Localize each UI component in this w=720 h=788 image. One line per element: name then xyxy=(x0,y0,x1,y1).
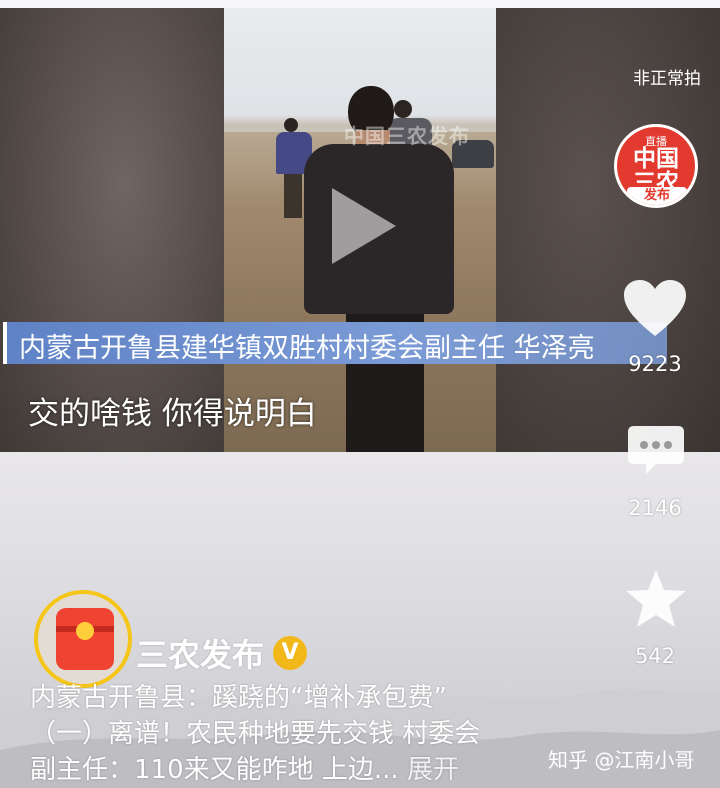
video-description[interactable]: 内蒙古开鲁县：蹊跷的“增补承包费” （一）离谱！农民种地要先交钱 村委会 副主任… xyxy=(30,680,570,788)
video-blur-left xyxy=(0,8,224,452)
logo-text: 发布 xyxy=(627,187,687,205)
top-strip xyxy=(0,0,720,8)
channel-logo-avatar[interactable]: 直播 中国 三农 发布 xyxy=(614,124,698,208)
video-subtitle: 交的啥钱 你得说明白 xyxy=(28,396,317,432)
comment-icon[interactable] xyxy=(626,424,686,476)
play-icon[interactable] xyxy=(332,188,396,264)
caption-bar: 内蒙古开鲁县建华镇双胜村村委会副主任 华泽亮 xyxy=(3,322,667,364)
expand-button[interactable]: 展开 xyxy=(407,755,459,785)
video-frame[interactable]: 中国三农发布 xyxy=(224,8,496,452)
caption-text: 内蒙古开鲁县建华镇双胜村村委会副主任 华泽亮 xyxy=(19,333,595,364)
top-right-text: 非正常拍 xyxy=(633,69,701,89)
author-name[interactable]: 三农发布 xyxy=(136,630,264,676)
comment-count: 2146 xyxy=(628,496,682,520)
like-count: 9223 xyxy=(628,352,682,376)
description-line: （一）离谱！农民种地要先交钱 村委会 xyxy=(30,719,481,749)
verified-badge-icon: V xyxy=(273,636,307,670)
brand-watermark: 知乎 @江南小哥 xyxy=(548,748,695,772)
red-packet-icon[interactable] xyxy=(56,608,114,670)
video-watermark: 中国三农发布 xyxy=(344,124,470,148)
heart-icon[interactable] xyxy=(622,278,688,338)
star-icon[interactable] xyxy=(624,568,688,630)
video-player[interactable]: 中国三农发布 内蒙古开鲁县建华镇双胜村村委会副主任 华泽亮 交的啥钱 你得说明白 xyxy=(0,8,720,452)
description-line: 内蒙古开鲁县：蹊跷的“增补承包费” xyxy=(30,683,447,713)
description-line: 副主任：110来又能咋地 上边... 展开 xyxy=(30,755,459,785)
